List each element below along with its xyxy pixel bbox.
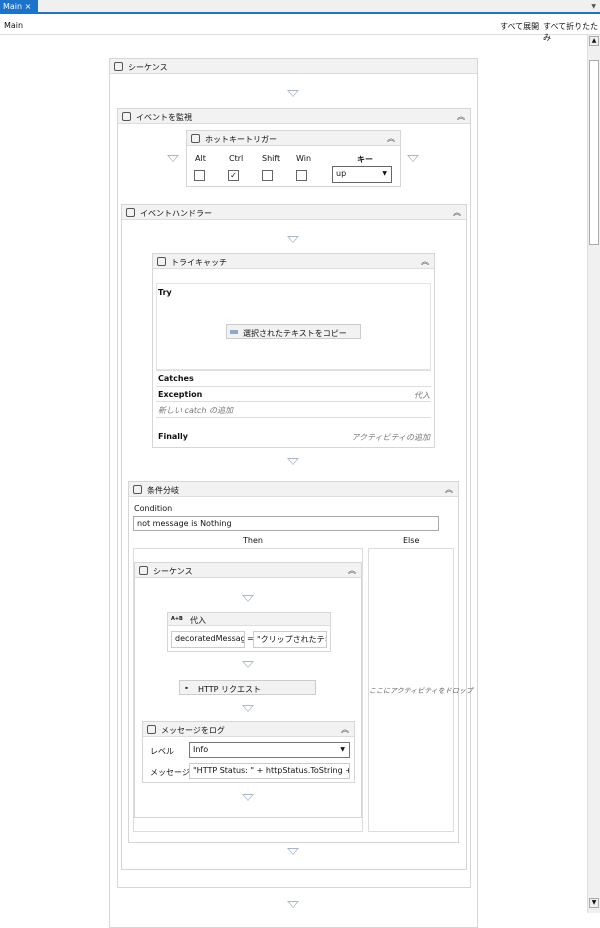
scrollbar-thumb[interactable] — [589, 60, 599, 245]
vertical-scrollbar[interactable]: ▲ ▼ — [587, 35, 600, 913]
catches-label: Catches — [158, 374, 194, 383]
drop-arrow-icon[interactable] — [242, 661, 254, 668]
sequence-icon — [139, 566, 148, 575]
log-icon — [147, 725, 156, 734]
copy-text-icon — [230, 330, 238, 334]
collapse-icon[interactable]: ︽ — [445, 484, 453, 495]
breadcrumb[interactable]: Main — [4, 21, 23, 30]
sequence-icon — [114, 62, 123, 71]
then-label: Then — [243, 536, 263, 545]
scroll-down-button[interactable]: ▼ — [589, 898, 599, 908]
if-icon — [133, 485, 142, 494]
activity-title: メッセージをログ — [161, 726, 225, 735]
try-label: Try — [158, 288, 172, 297]
collapse-icon[interactable]: ︽ — [387, 133, 395, 144]
expand-all-button[interactable]: すべて展開 — [500, 21, 539, 32]
drop-hint: ここにアクティビティをドロップ — [369, 687, 473, 695]
assign-value-input[interactable]: "クリップされたテキス — [253, 631, 327, 648]
activity-title: 代入 — [190, 616, 206, 625]
activity-title: 条件分岐 — [147, 486, 179, 495]
drop-arrow-icon[interactable] — [407, 155, 419, 162]
chevron-down-icon: ▼ — [340, 746, 345, 753]
activity-title: HTTP リクエスト — [198, 685, 262, 694]
key-value: up — [336, 169, 347, 178]
activity-title: シーケンス — [153, 567, 193, 576]
drop-arrow-icon[interactable] — [287, 90, 299, 97]
condition-label: Condition — [134, 504, 173, 513]
ctrl-label: Ctrl — [229, 154, 244, 163]
activity-title: 選択されたテキストをコピー — [243, 329, 347, 338]
copy-selected-text-activity[interactable]: 選択されたテキストをコピー — [226, 324, 361, 339]
activity-title: シーケンス — [128, 63, 168, 72]
add-catch-link[interactable]: 新しい catch の追加 — [158, 405, 233, 416]
activity-title: トライキャッチ — [171, 258, 227, 267]
collapse-icon[interactable]: ︽ — [421, 256, 429, 267]
try-catch-icon — [157, 257, 166, 266]
drop-arrow-icon[interactable] — [242, 595, 254, 602]
collapse-icon[interactable]: ︽ — [457, 111, 465, 122]
exception-catch[interactable]: Exception — [158, 390, 202, 399]
level-value: Info — [193, 745, 209, 754]
drop-arrow-icon[interactable] — [287, 901, 299, 908]
chevron-down-icon: ▼ — [382, 170, 387, 177]
level-label: レベル — [150, 747, 174, 756]
tab-label: Main — [3, 2, 23, 11]
collapse-icon[interactable]: ︽ — [348, 565, 356, 576]
scroll-up-button[interactable]: ▲ — [589, 36, 599, 46]
win-checkbox[interactable] — [296, 170, 307, 181]
monitor-icon — [122, 112, 131, 121]
tab-bar — [0, 0, 600, 14]
collapse-icon[interactable]: ︽ — [453, 207, 461, 218]
drop-arrow-icon[interactable] — [167, 155, 179, 162]
drop-arrow-icon[interactable] — [287, 848, 299, 855]
keyboard-icon — [191, 134, 200, 143]
drop-arrow-icon[interactable] — [242, 705, 254, 712]
alt-checkbox[interactable] — [194, 170, 205, 181]
collapse-icon[interactable]: ︽ — [341, 724, 349, 735]
message-input[interactable]: "HTTP Status: " + httpStatus.ToString + … — [189, 763, 350, 779]
tab-main[interactable]: Main × — [0, 0, 38, 13]
drop-arrow-icon[interactable] — [242, 794, 254, 801]
finally-label: Finally — [158, 432, 188, 441]
assign-to-input[interactable]: decoratedMessage — [171, 631, 245, 648]
tab-dropdown-icon[interactable]: ▼ — [591, 3, 596, 10]
win-label: Win — [296, 154, 312, 163]
assign-icon: A+B — [171, 616, 183, 622]
http-icon: ⚭ — [184, 685, 190, 692]
level-select[interactable]: Info ▼ — [189, 742, 350, 758]
alt-label: Alt — [195, 154, 206, 163]
drop-arrow-icon[interactable] — [287, 458, 299, 465]
close-icon[interactable]: × — [25, 2, 32, 11]
activity-title: ホットキートリガー — [205, 135, 277, 144]
activity-title: イベントを監視 — [136, 113, 192, 122]
key-select[interactable]: up ▼ — [332, 166, 392, 183]
shift-label: Shift — [262, 154, 281, 163]
add-activity-link[interactable]: アクティビティの追加 — [351, 432, 430, 443]
message-label: メッセージ — [150, 768, 190, 777]
sequence-icon — [126, 208, 135, 217]
activity-title: イベントハンドラー — [140, 209, 212, 218]
http-request-activity[interactable]: ⚭ HTTP リクエスト — [179, 680, 316, 695]
else-label: Else — [403, 536, 420, 545]
key-label: キー — [357, 155, 373, 164]
exception-action[interactable]: 代入 — [414, 390, 430, 401]
condition-input[interactable]: not message is Nothing — [133, 516, 439, 531]
ctrl-checkbox[interactable]: ✓ — [228, 170, 239, 181]
drop-arrow-icon[interactable] — [287, 236, 299, 243]
shift-checkbox[interactable] — [262, 170, 273, 181]
